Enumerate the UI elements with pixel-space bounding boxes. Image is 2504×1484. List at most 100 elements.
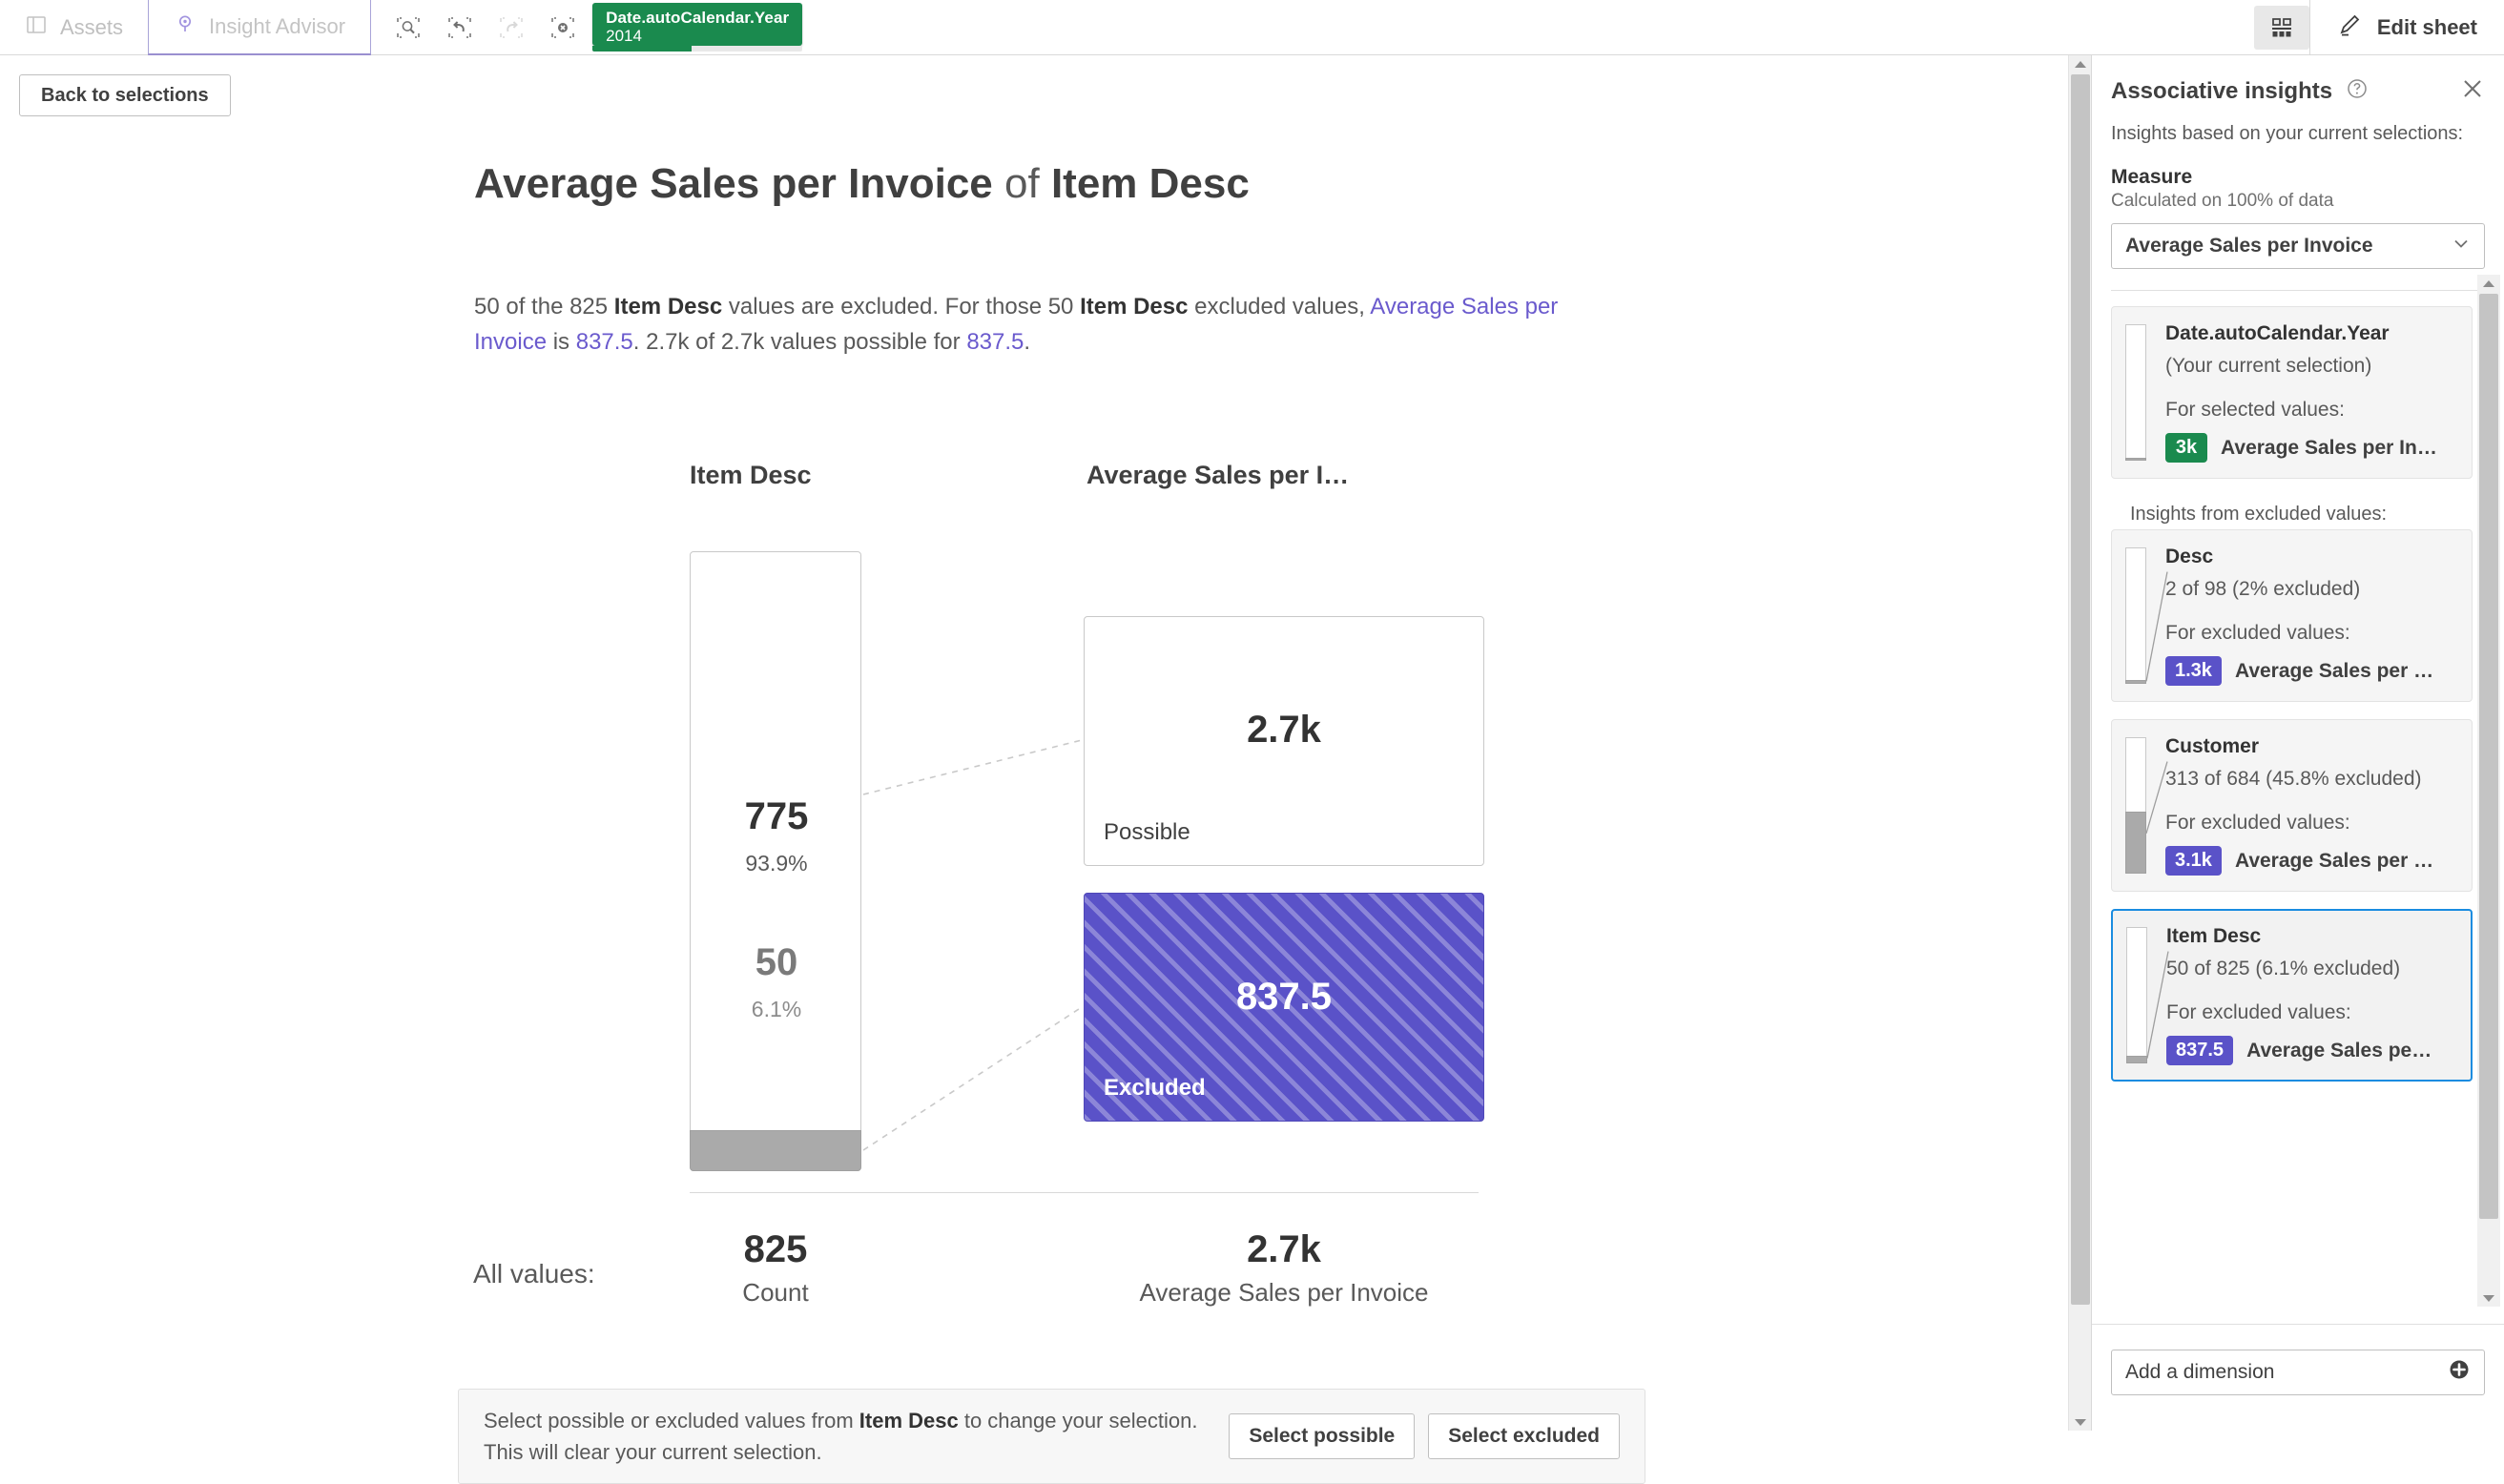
dimension-stacked-bar[interactable]: 775 93.9% 50 6.1% [690, 551, 861, 1171]
card-subtext: 313 of 684 (45.8% excluded) [2165, 768, 2422, 790]
dimension-possible-count: 775 [744, 795, 809, 837]
tab-assets[interactable]: Assets [0, 0, 148, 55]
panel-scroll-down-arrow[interactable] [2477, 1289, 2500, 1307]
desc-part2: values are excluded. For those 50 [722, 294, 1081, 319]
status-badge: 1.3k [2165, 656, 2222, 686]
measure-select-value: Average Sales per Invoice [2125, 235, 2373, 257]
insight-bulb-icon [174, 12, 197, 41]
measure-box-excluded[interactable]: 837.5 Excluded [1084, 893, 1484, 1122]
selection-hint-buttons: Select possible Select excluded [1229, 1413, 1620, 1459]
edit-sheet-button[interactable]: Edit sheet [2308, 0, 2504, 55]
selection-chip-value: 2014 [606, 27, 642, 45]
excluded-insights-heading: Insights from excluded values: [2130, 504, 2388, 525]
measure-select[interactable]: Average Sales per Invoice [2111, 223, 2485, 269]
insight-card-item-desc[interactable]: Item Desc 50 of 825 (6.1% excluded) For … [2111, 909, 2473, 1082]
page-title-dimension: Item Desc [1050, 160, 1250, 207]
measure-calc-note: Calculated on 100% of data [2111, 191, 2334, 211]
card-values-label: For selected values: [2165, 399, 2345, 421]
desc-part3: excluded values, [1188, 294, 1371, 319]
measure-section-label: Measure [2111, 166, 2193, 188]
card-dimension-name: Customer [2165, 735, 2260, 757]
sheet-grid-icon[interactable] [2253, 6, 2309, 50]
minibar [2126, 927, 2147, 1063]
insight-card-current-selection[interactable]: Date.autoCalendar.Year (Your current sel… [2111, 306, 2473, 479]
measure-excluded-label: Excluded [1104, 1075, 1206, 1101]
card-measure-row: 1.3k Average Sales per … [2165, 656, 2458, 686]
panel-scrollbar-thumb[interactable] [2479, 294, 2498, 1219]
status-badge: 837.5 [2166, 1036, 2234, 1065]
card-values-label: For excluded values: [2165, 622, 2350, 644]
select-excluded-button[interactable]: Select excluded [1428, 1413, 1620, 1459]
card-measure-row: 3.1k Average Sales per … [2165, 846, 2458, 876]
desc-value-1: 837.5 [575, 329, 633, 355]
card-dimension-name: Desc [2165, 546, 2214, 567]
minibar [2125, 324, 2146, 461]
all-values-measure: 2.7k Average Sales per Invoice [1076, 1226, 1492, 1308]
smart-search-icon[interactable] [386, 6, 430, 50]
panel-subtitle: Insights based on your current selection… [2111, 123, 2464, 144]
hint-field: Item Desc [859, 1409, 959, 1432]
plus-circle-icon [2448, 1358, 2471, 1387]
insight-card-customer[interactable]: Customer 313 of 684 (45.8% excluded) For… [2111, 719, 2473, 892]
minichart [2112, 735, 2168, 876]
card-values-label: For excluded values: [2166, 1001, 2351, 1023]
close-icon[interactable] [2460, 76, 2485, 106]
minichart-leader-line [2145, 761, 2168, 835]
minibar [2125, 737, 2146, 874]
card-body: Desc 2 of 98 (2% excluded) For excluded … [2165, 546, 2458, 686]
main-scrollbar[interactable] [2068, 55, 2091, 1431]
scroll-down-arrow[interactable] [2069, 1413, 2092, 1431]
tab-insight-advisor[interactable]: Insight Advisor [148, 0, 372, 55]
panel-scrollbar[interactable] [2477, 275, 2500, 1307]
page-title-measure: Average Sales per Invoice [474, 160, 993, 207]
top-toolbar: Assets Insight Advisor Date.autoCalendar… [0, 0, 2504, 55]
measure-excluded-value: 837.5 [1235, 976, 1333, 1018]
hint-part-a: Select possible or excluded values from [484, 1409, 859, 1432]
insight-content: Average Sales per Invoice of Item Desc 5… [0, 55, 2065, 1484]
minibar-excluded-segment [2125, 458, 2146, 461]
edit-sheet-label: Edit sheet [2376, 15, 2477, 39]
all-values-dimension: 825 Count [680, 1226, 871, 1308]
select-possible-button[interactable]: Select possible [1229, 1413, 1416, 1459]
all-values-dimension-key: Count [742, 1278, 809, 1307]
add-dimension-button[interactable]: Add a dimension [2111, 1350, 2485, 1395]
dimension-possible-percent: 93.9% [745, 851, 808, 876]
insight-description: 50 of the 825 Item Desc values are exclu… [474, 289, 1590, 360]
add-dimension-label: Add a dimension [2125, 1361, 2275, 1383]
panel-scroll-up-arrow[interactable] [2477, 275, 2500, 292]
selection-hint-text: Select possible or excluded values from … [484, 1405, 1215, 1468]
column-header-measure: Average Sales per I… [1086, 461, 1350, 489]
top-toolbar-right: Edit sheet [2253, 0, 2504, 55]
card-measure-name: Average Sales per In… [2221, 436, 2437, 459]
selection-hint-bar: Select possible or excluded values from … [458, 1389, 1645, 1484]
card-measure-name: Average Sales pe… [2246, 1039, 2432, 1061]
insight-card-desc[interactable]: Desc 2 of 98 (2% excluded) For excluded … [2111, 529, 2473, 702]
scroll-up-arrow[interactable] [2069, 55, 2092, 72]
card-dimension-name: Date.autoCalendar.Year [2165, 322, 2390, 344]
selection-chip-date-year[interactable]: Date.autoCalendar.Year 2014 [592, 3, 803, 52]
pencil-icon [2335, 10, 2364, 45]
selection-tools [371, 0, 592, 55]
card-body: Date.autoCalendar.Year (Your current sel… [2165, 322, 2458, 463]
minichart [2112, 546, 2168, 686]
chevron-down-icon [2452, 234, 2471, 258]
page-title-joiner: of [992, 160, 1051, 207]
clear-all-selections-icon[interactable] [541, 6, 585, 50]
minichart-leader-line [2146, 951, 2169, 1059]
panel-header: Associative insights [2092, 55, 2504, 106]
dimension-excluded-count: 50 [755, 941, 798, 983]
card-dimension-name: Item Desc [2166, 925, 2262, 947]
desc-value-2: 837.5 [966, 329, 1024, 355]
dimension-excluded-segment[interactable] [690, 1130, 861, 1171]
all-values-measure-key: Average Sales per Invoice [1139, 1278, 1429, 1307]
card-subtext: 2 of 98 (2% excluded) [2165, 578, 2361, 600]
insight-detail-view: Back to selections Average Sales per Inv… [0, 55, 2084, 1484]
card-body: Customer 313 of 684 (45.8% excluded) For… [2165, 735, 2458, 876]
dimension-excluded-percent: 6.1% [751, 997, 802, 1021]
card-body: Item Desc 50 of 825 (6.1% excluded) For … [2166, 925, 2458, 1065]
measure-box-possible[interactable]: 2.7k Possible [1084, 616, 1484, 866]
step-back-icon[interactable] [438, 6, 482, 50]
main-scrollbar-thumb[interactable] [2071, 74, 2090, 1305]
question-circle-icon[interactable] [2346, 77, 2369, 105]
desc-bold1: Item Desc [613, 294, 723, 319]
